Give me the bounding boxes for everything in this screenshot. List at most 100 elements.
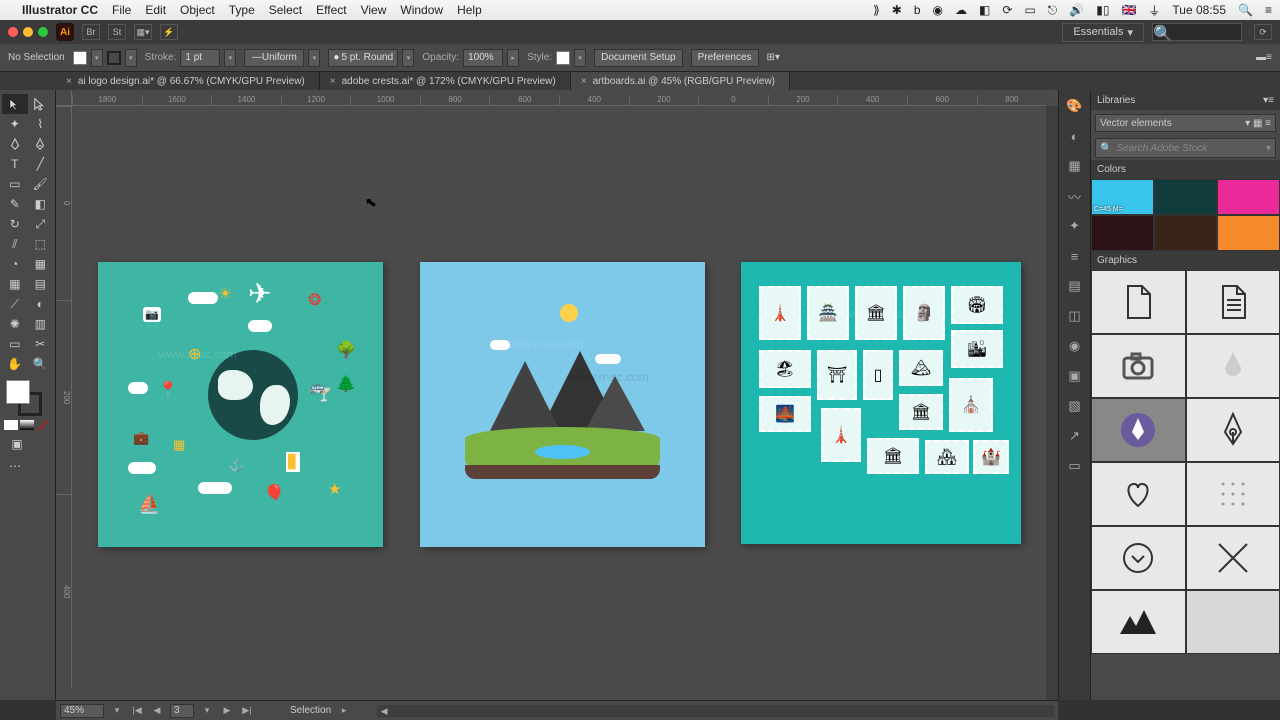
zoom-input[interactable] (60, 704, 104, 718)
graph-tool[interactable]: ▥ (28, 314, 54, 334)
menu-file[interactable]: File (112, 3, 131, 17)
opacity-input[interactable] (463, 49, 503, 67)
control-menu-icon[interactable]: ▬≡ (1256, 52, 1272, 63)
doc-tab-0[interactable]: ×ai logo design.ai* @ 66.67% (CMYK/GPU P… (56, 72, 320, 90)
style-dropdown[interactable]: ▾ (574, 49, 586, 67)
status-dropdown[interactable]: ▸ (337, 704, 351, 718)
type-tool[interactable]: T (2, 154, 28, 174)
cloud-icon[interactable]: ☁ (955, 3, 967, 17)
color-panel-icon[interactable]: 🎨 (1065, 96, 1085, 116)
artboard-mountain-island[interactable]: www.rr-sc.com www.rr-sc.com (420, 262, 705, 547)
symbols-panel-icon[interactable]: ✦ (1065, 216, 1085, 236)
line-tool[interactable]: ╱ (28, 154, 54, 174)
library-graphic-blank[interactable] (1186, 590, 1280, 654)
pen-tool[interactable] (2, 134, 28, 154)
artboard-dropdown[interactable]: ▾ (200, 704, 214, 718)
library-graphic-document[interactable] (1091, 270, 1186, 334)
menu-select[interactable]: Select (269, 3, 302, 17)
menu-view[interactable]: View (361, 3, 387, 17)
library-color-swatch[interactable] (1217, 215, 1280, 251)
library-graphic-camera[interactable] (1091, 334, 1186, 398)
curvature-tool[interactable] (28, 134, 54, 154)
symbol-sprayer-tool[interactable]: ✺ (2, 314, 28, 334)
library-color-swatch[interactable] (1154, 215, 1217, 251)
brush-definition[interactable]: ● 5 pt. Round (328, 49, 398, 67)
swatches-panel-icon[interactable]: ▦ (1065, 156, 1085, 176)
menubar-icon[interactable]: ⟫ (873, 3, 880, 17)
brush-dropdown[interactable]: ▾ (402, 49, 414, 67)
gradient-tool[interactable]: ▤ (28, 274, 54, 294)
library-graphic-cross[interactable] (1186, 526, 1280, 590)
direct-selection-tool[interactable] (28, 94, 54, 114)
color-mode-none[interactable] (36, 420, 50, 430)
layers-panel-icon[interactable]: ▧ (1065, 396, 1085, 416)
color-mode-gradient[interactable] (20, 420, 34, 430)
spotlight-icon[interactable]: 🔍 (1238, 3, 1253, 17)
cc-icon[interactable]: ◉ (933, 3, 943, 17)
document-setup-button[interactable]: Document Setup (594, 49, 683, 67)
workspace-switcher[interactable]: Essentials▾ (1062, 23, 1144, 42)
library-color-swatch[interactable] (1091, 215, 1154, 251)
selection-tool[interactable] (2, 94, 28, 114)
artboard-prev-button[interactable]: ◀ (150, 704, 164, 718)
drive-icon[interactable]: ◧ (979, 3, 990, 17)
stroke-dropdown[interactable]: ▾ (125, 49, 137, 67)
battery-icon[interactable]: ▮▯ (1096, 3, 1109, 17)
library-graphic-clock[interactable] (1091, 526, 1186, 590)
graphic-styles-panel-icon[interactable]: ▣ (1065, 366, 1085, 386)
stroke-panel-icon[interactable]: ≡ (1065, 246, 1085, 266)
library-graphic-dots[interactable] (1186, 462, 1280, 526)
preferences-button[interactable]: Preferences (691, 49, 759, 67)
artboard-last-button[interactable]: ▶| (240, 704, 254, 718)
tab-close-icon[interactable]: × (330, 76, 336, 87)
menu-edit[interactable]: Edit (145, 3, 166, 17)
sync-icon[interactable]: ⟳ (1002, 3, 1012, 17)
menu-window[interactable]: Window (400, 3, 443, 17)
library-search-input[interactable]: 🔍Search Adobe Stock▾ (1095, 138, 1276, 158)
color-guide-panel-icon[interactable]: ◐ (1065, 126, 1085, 146)
scale-tool[interactable]: ⤢ (28, 214, 54, 234)
library-graphic-pen-circle[interactable] (1091, 398, 1186, 462)
artboards-panel-icon[interactable]: ▭ (1065, 456, 1085, 476)
align-to-button[interactable]: ⊞▾ (767, 52, 780, 63)
artboard-number-input[interactable] (170, 704, 194, 718)
sync-settings-icon[interactable]: ⟳ (1254, 24, 1272, 40)
library-graphic-textdoc[interactable] (1186, 270, 1280, 334)
stroke-profile-dropdown[interactable]: ▾ (308, 49, 320, 67)
doc-tab-2[interactable]: ×artboards.ai @ 45% (RGB/GPU Preview) (571, 72, 790, 90)
hand-tool[interactable]: ✋ (2, 354, 28, 374)
volume-icon[interactable]: 🔊 (1069, 3, 1084, 17)
color-mode-solid[interactable] (4, 420, 18, 430)
bluetooth-icon[interactable]: ⎋ (1048, 3, 1058, 18)
transparency-panel-icon[interactable]: ◫ (1065, 306, 1085, 326)
shape-builder-tool[interactable]: ◔ (2, 254, 28, 274)
screen-mode-button[interactable]: ▣ (4, 434, 30, 454)
mesh-tool[interactable]: ▦ (2, 274, 28, 294)
stroke-weight-input[interactable] (180, 49, 220, 67)
dropbox-icon[interactable]: ✱ (892, 3, 902, 17)
zoom-dropdown[interactable]: ▾ (110, 704, 124, 718)
menu-effect[interactable]: Effect (316, 3, 346, 17)
app-name[interactable]: Illustrator CC (22, 3, 98, 17)
menu-type[interactable]: Type (229, 3, 255, 17)
gpu-button[interactable]: ⚡ (160, 24, 178, 40)
ruler-vertical[interactable]: 0200400 (56, 106, 72, 688)
tab-close-icon[interactable]: × (581, 76, 587, 87)
bridge-button[interactable]: Br (82, 24, 100, 40)
fill-dropdown[interactable]: ▾ (91, 49, 103, 67)
brushes-panel-icon[interactable]: 〰 (1065, 186, 1085, 206)
fill-stroke-indicator[interactable] (6, 380, 42, 416)
library-color-swatch[interactable] (1154, 179, 1217, 215)
tab-close-icon[interactable]: × (66, 76, 72, 87)
scrollbar-vertical[interactable] (1046, 106, 1058, 700)
slice-tool[interactable]: ✂ (28, 334, 54, 354)
fill-swatch[interactable] (73, 51, 87, 65)
stock-button[interactable]: St (108, 24, 126, 40)
window-close-button[interactable] (8, 27, 18, 37)
lasso-tool[interactable]: ⌇ (28, 114, 54, 134)
canvas-area[interactable]: 1800160014001200100080060040020002004006… (56, 90, 1058, 700)
clock[interactable]: Tue 08:55 (1172, 3, 1226, 17)
ruler-origin[interactable] (56, 90, 72, 106)
magic-wand-tool[interactable]: ✦ (2, 114, 28, 134)
rotate-tool[interactable]: ↻ (2, 214, 28, 234)
